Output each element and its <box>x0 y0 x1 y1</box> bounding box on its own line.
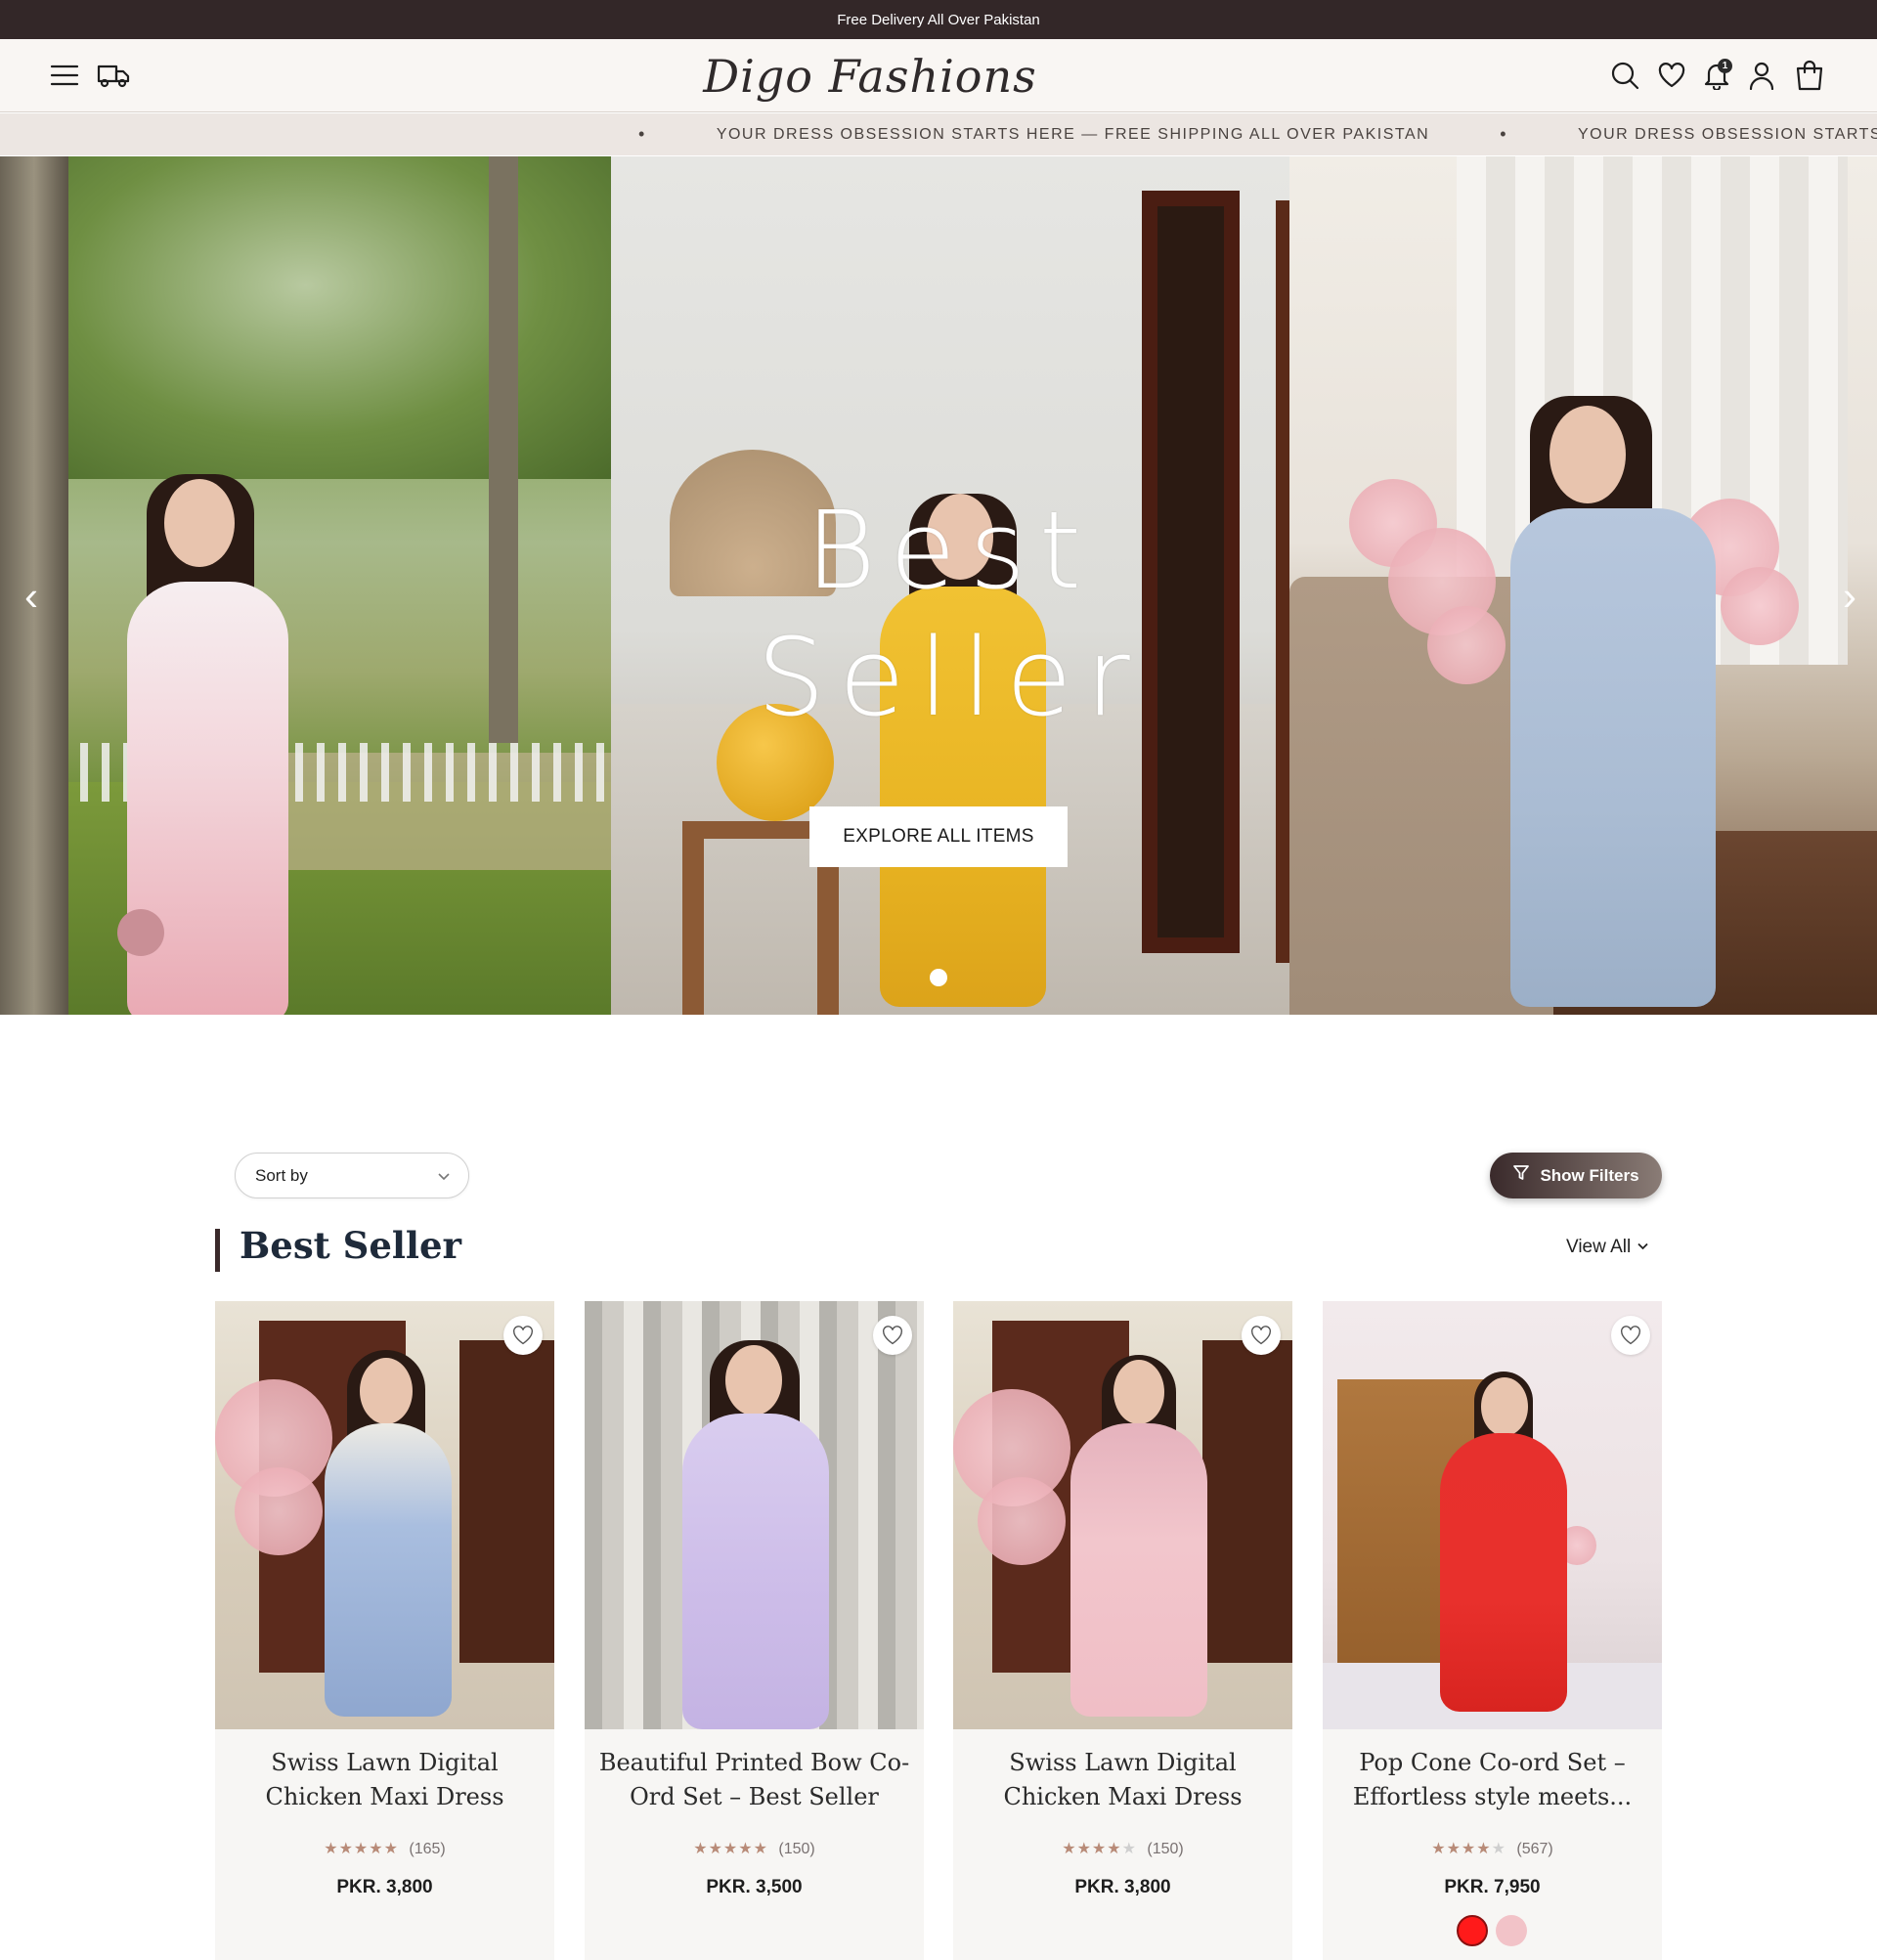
sort-by-label: Sort by <box>255 1165 308 1185</box>
explore-all-button[interactable]: EXPLORE ALL ITEMS <box>809 806 1068 867</box>
rating-stars: ★★★★★ <box>1062 1841 1137 1857</box>
product-rating: ★★★★★ (567) <box>1323 1839 1662 1858</box>
show-filters-button[interactable]: Show Filters <box>1490 1153 1662 1198</box>
site-header: Digo Fashions 1 <box>0 39 1877 112</box>
hero-title: Best Seller <box>757 488 1144 740</box>
chevron-down-icon <box>437 1168 451 1188</box>
marquee-separator: • <box>1500 124 1507 144</box>
menu-icon[interactable] <box>47 58 82 93</box>
product-rating: ★★★★★ (150) <box>585 1839 924 1858</box>
product-price: PKR. 3,800 <box>1074 1877 1171 1897</box>
hero-prev-arrow[interactable]: ‹ <box>12 567 51 626</box>
heart-icon[interactable] <box>1654 58 1689 93</box>
truck-icon[interactable] <box>96 58 131 93</box>
cart-icon[interactable] <box>1792 58 1827 93</box>
chevron-down-icon <box>1637 1237 1649 1258</box>
announcement-text: Free Delivery All Over Pakistan <box>837 11 1040 28</box>
product-image[interactable] <box>1323 1301 1662 1729</box>
view-all-link[interactable]: View All <box>1566 1237 1649 1258</box>
product-title[interactable]: Swiss Lawn Digital Chicken Maxi Dress <box>225 1746 545 1814</box>
rating-stars: ★★★★★ <box>1431 1841 1506 1857</box>
sort-by-select[interactable]: Sort by <box>235 1153 469 1198</box>
heart-icon <box>883 1326 902 1345</box>
heart-icon <box>1251 1326 1271 1345</box>
announcement-bar: Free Delivery All Over Pakistan <box>0 0 1877 39</box>
product-title[interactable]: Pop Cone Co-ord Set – Effortless style m… <box>1332 1746 1652 1814</box>
wishlist-button[interactable] <box>873 1316 912 1355</box>
section-accent-bar <box>215 1229 220 1272</box>
review-count: (150) <box>778 1841 815 1857</box>
bell-icon[interactable]: 1 <box>1699 58 1734 93</box>
site-logo[interactable]: Digo Fashions <box>626 47 1114 106</box>
filter-icon <box>1512 1164 1530 1187</box>
product-image[interactable] <box>585 1301 924 1729</box>
section-title: Best Seller <box>240 1224 462 1267</box>
rating-stars: ★★★★★ <box>324 1841 399 1857</box>
view-all-label: View All <box>1566 1237 1632 1257</box>
product-rating: ★★★★★ (165) <box>215 1839 554 1858</box>
product-card[interactable]: Swiss Lawn Digital Chicken Maxi Dress ★★… <box>215 1301 554 1960</box>
review-count: (150) <box>1147 1841 1184 1857</box>
marquee-separator: • <box>638 124 646 144</box>
wishlist-button[interactable] <box>1242 1316 1281 1355</box>
product-image[interactable] <box>215 1301 554 1729</box>
product-price: PKR. 7,950 <box>1444 1877 1541 1897</box>
marquee-text: YOUR DRESS OBSESSION STARTS HERE — FREE … <box>716 125 1430 143</box>
product-rating: ★★★★★ (150) <box>953 1839 1292 1858</box>
wishlist-button[interactable] <box>503 1316 543 1355</box>
marquee-text-repeat: YOUR DRESS OBSESSION STARTS HERE — FREE … <box>1578 125 1877 143</box>
notification-badge: 1 <box>1718 59 1732 73</box>
review-count: (165) <box>409 1841 446 1857</box>
hero-next-arrow[interactable]: › <box>1830 567 1869 626</box>
product-price: PKR. 3,500 <box>706 1877 803 1897</box>
rating-stars: ★★★★★ <box>693 1841 768 1857</box>
product-title[interactable]: Swiss Lawn Digital Chicken Maxi Dress <box>963 1746 1283 1814</box>
heart-icon <box>513 1326 533 1345</box>
user-icon[interactable] <box>1744 58 1779 93</box>
product-card[interactable]: Pop Cone Co-ord Set – Effortless style m… <box>1323 1301 1662 1960</box>
hero-banner: Best Seller EXPLORE ALL ITEMS ‹ › <box>0 156 1877 1015</box>
hero-image-left <box>0 156 611 1015</box>
product-title[interactable]: Beautiful Printed Bow Co-Ord Set – Best … <box>594 1746 914 1814</box>
hero-slide-dot[interactable] <box>930 969 947 986</box>
color-swatch-pink[interactable] <box>1496 1915 1527 1946</box>
product-image[interactable] <box>953 1301 1292 1729</box>
review-count: (567) <box>1516 1841 1553 1857</box>
promo-marquee: • YOUR DRESS OBSESSION STARTS HERE — FRE… <box>0 113 1877 155</box>
search-icon[interactable] <box>1607 58 1642 93</box>
product-price: PKR. 3,800 <box>336 1877 433 1897</box>
product-card[interactable]: Swiss Lawn Digital Chicken Maxi Dress ★★… <box>953 1301 1292 1960</box>
heart-icon <box>1621 1326 1640 1345</box>
show-filters-label: Show Filters <box>1540 1165 1639 1185</box>
color-swatch-red[interactable] <box>1457 1915 1488 1946</box>
wishlist-button[interactable] <box>1611 1316 1650 1355</box>
product-card[interactable]: Beautiful Printed Bow Co-Ord Set – Best … <box>585 1301 924 1960</box>
